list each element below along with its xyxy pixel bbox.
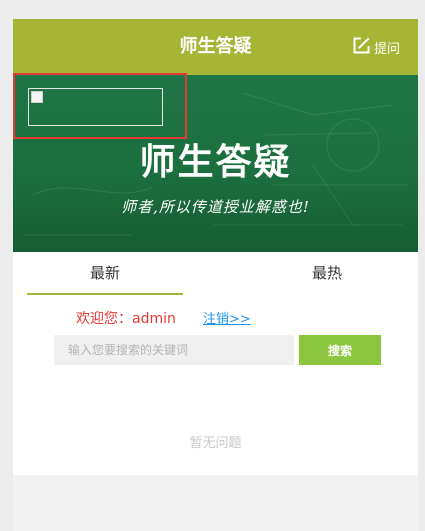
banner-title: 师生答疑 xyxy=(139,142,292,183)
empty-state-text: 暂无问题 xyxy=(189,436,242,451)
top-bar: 师生答疑 提问 xyxy=(13,19,418,75)
logout-link[interactable]: 注销>> xyxy=(203,308,251,327)
welcome-text: 欢迎您：admin xyxy=(76,311,176,327)
tab-hot[interactable]: 最热 xyxy=(249,252,405,295)
edit-icon xyxy=(352,36,371,59)
ask-question-label: 提问 xyxy=(373,41,400,57)
ask-question-button[interactable]: 提问 xyxy=(352,37,400,57)
banner-subtitle: 师者,所以传道授业解惑也! xyxy=(121,198,310,216)
question-tabs: 最新 最热 xyxy=(13,252,418,295)
highlight-box xyxy=(13,73,187,139)
search-button[interactable]: 搜索 xyxy=(299,335,381,365)
mobile-app: 师生答疑 提问 师生答疑 师者,所以传道授业解惑也! 最新 最热 欢迎您：adm… xyxy=(13,19,418,531)
question-panel: 欢迎您：admin 注销>> 搜索 暂无问题 xyxy=(13,295,418,475)
tab-latest[interactable]: 最新 xyxy=(27,252,183,295)
search-input[interactable] xyxy=(54,335,294,365)
